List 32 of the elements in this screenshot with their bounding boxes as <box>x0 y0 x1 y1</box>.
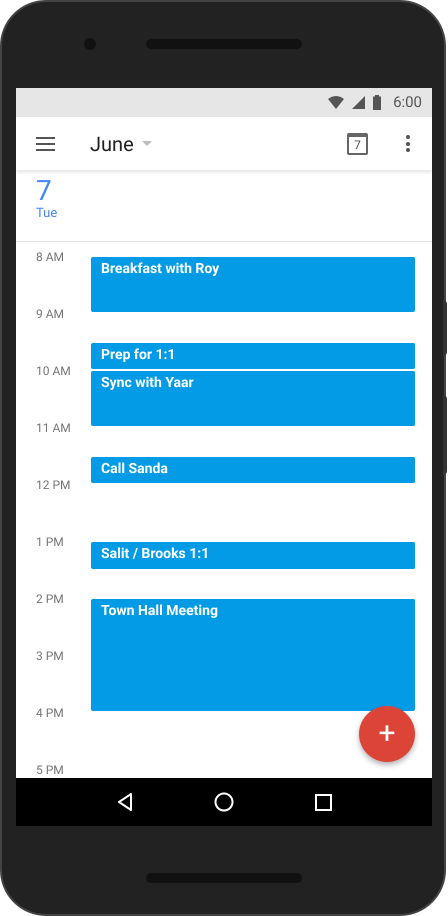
menu-icon[interactable] <box>36 136 55 150</box>
add-event-button[interactable]: + <box>359 706 415 762</box>
event-card[interactable]: Salit / Brooks 1:1 <box>91 542 415 568</box>
signal-icon <box>352 96 366 109</box>
event-card[interactable]: Town Hall Meeting <box>91 599 415 711</box>
back-icon[interactable] <box>116 793 132 811</box>
wifi-icon <box>328 96 344 109</box>
side-button[interactable] <box>443 300 447 356</box>
status-time: 6:00 <box>393 92 422 114</box>
hour-label: 2 PM <box>36 593 65 605</box>
event-card[interactable]: Breakfast with Roy <box>91 257 415 312</box>
hour-label: 12 PM <box>36 479 72 491</box>
hour-label: 11 AM <box>36 422 72 434</box>
hour-label: 8 AM <box>36 251 66 263</box>
home-icon[interactable] <box>214 792 234 812</box>
event-card[interactable]: Sync with Yaar <box>91 371 415 426</box>
battery-icon <box>373 95 382 110</box>
hour-label: 9 AM <box>36 308 66 320</box>
hour-label: 5 PM <box>36 764 65 776</box>
recents-icon[interactable] <box>314 794 332 810</box>
month-dropdown[interactable]: June <box>90 128 152 158</box>
event-card[interactable]: Prep for 1:1 <box>91 342 415 369</box>
hour-label: 1 PM <box>36 536 65 548</box>
today-button[interactable]: 7 <box>347 132 368 154</box>
caret-icon <box>142 141 152 146</box>
more-icon[interactable] <box>405 135 410 152</box>
hour-label: 4 PM <box>36 707 65 719</box>
day-number: 7 <box>36 176 53 206</box>
hour-label: 10 AM <box>36 365 72 377</box>
weekday-label: Tue <box>36 206 58 222</box>
event-card[interactable]: Call Sanda <box>91 456 415 483</box>
hour-label: 3 PM <box>36 650 65 662</box>
